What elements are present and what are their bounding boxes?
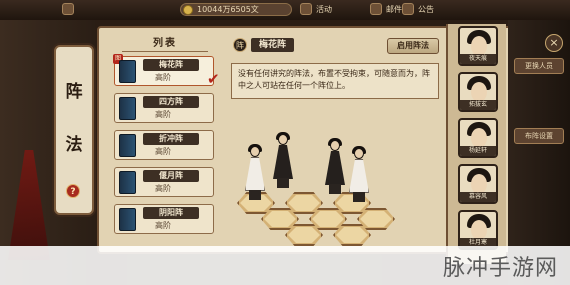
hud-item-label[interactable]: 活动 [316,4,332,15]
hud-item-label[interactable]: 邮件 [386,4,402,15]
formation-list: 列表 图 梅花阵 高阶 四方阵 高阶 折冲阵 高阶 偃月阵 高阶 阴阳阵 高阶 [110,30,220,252]
formation-tier: 高阶 [155,110,171,119]
hero-figure[interactable] [323,138,347,196]
manual-book-icon [119,171,136,194]
top-hud-bar: 10044万6505文 活动 邮件 公告 [0,0,570,20]
close-icon[interactable]: × [545,34,563,52]
hero-figure[interactable] [243,144,267,202]
formation-name: 偃月阵 [143,170,199,182]
hero-name: 夜天痕 [460,54,496,64]
manual-book-icon [119,208,136,231]
detail-header: 阵 梅花阵 启用阵法 [227,34,443,56]
hero-portrait[interactable]: 夜天痕 [458,26,498,66]
formation-name: 四方阵 [143,96,199,108]
notice-icon[interactable] [402,3,414,15]
manual-book-icon [119,97,136,120]
hero-name: 拓拔玄 [460,100,496,110]
formation-settings-button[interactable]: 布阵设置 [514,128,564,144]
formation-list-item[interactable]: 偃月阵 高阶 [114,167,214,197]
formation-tier: 高阶 [155,147,171,156]
coin-icon [183,5,193,15]
currency-display: 10044万6505文 [180,3,292,16]
formation-name: 阴阳阵 [143,207,199,219]
change-members-button[interactable]: 更换人员 [514,58,564,74]
formation-tier: 高阶 [155,221,171,230]
mail-icon[interactable] [370,3,382,15]
help-icon[interactable]: ? [66,184,80,198]
formation-emblem-icon: 阵 [233,38,247,52]
event-icon[interactable] [300,3,312,15]
formation-scene [227,104,443,250]
formation-tier: 高阶 [155,73,171,82]
formation-list-item[interactable]: 四方阵 高阶 [114,93,214,123]
checkmark-icon: ✔ [207,70,220,88]
formation-name: 折冲阵 [143,133,199,145]
formation-list-item[interactable]: 图 梅花阵 高阶 [113,54,214,86]
formation-tier: 高阶 [155,184,171,193]
hero-portrait[interactable]: 杜月寒 [458,210,498,250]
enable-formation-button[interactable]: 启用阵法 [387,38,439,54]
currency-value: 10044万6505文 [197,5,259,14]
watermark-text: 脉冲手游网 [442,256,558,281]
formation-list-item[interactable]: 阴阳阵 高阶 [114,204,214,234]
avatar-frame-icon[interactable] [62,3,74,15]
hero-portrait-column: 夜天痕 拓拔玄 杨延轩 慕容风 杜月寒 [446,24,506,264]
hero-portrait[interactable]: 杨延轩 [458,118,498,158]
hud-item-label[interactable]: 公告 [418,4,434,15]
hero-portrait[interactable]: 慕容风 [458,164,498,204]
formation-description: 没有任何讲究的阵法，布置不受拘束，可随意而为，阵中之人可站在任何一个阵位上。 [231,63,439,99]
hero-figure[interactable] [347,146,371,204]
hero-name: 杨延轩 [460,146,496,156]
watermark-band: 脉冲手游网 [0,246,570,285]
detail-title: 梅花阵 [251,38,295,52]
manual-book-icon [119,60,136,83]
page-title-char: 阵 [65,82,83,102]
hero-name: 慕容风 [460,192,496,202]
formation-name: 梅花阵 [143,59,199,71]
page-title-char: 法 [65,135,83,155]
manual-book-icon [119,134,136,157]
formation-list-item[interactable]: 折冲阵 高阶 [114,130,214,160]
list-header: 列表 [122,36,208,52]
hero-portrait[interactable]: 拓拔玄 [458,72,498,112]
hero-figure[interactable] [271,132,295,190]
